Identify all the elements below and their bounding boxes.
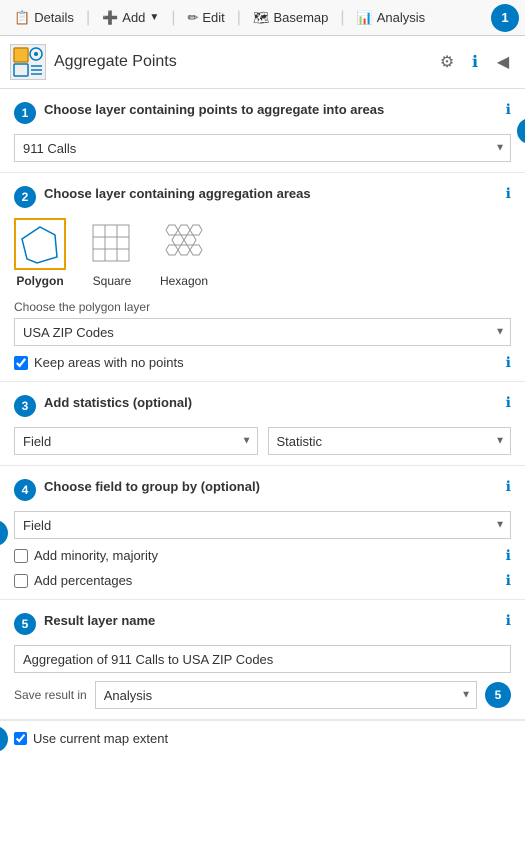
statistic-select[interactable]: Statistic (268, 427, 512, 455)
panel-title: Aggregate Points (54, 53, 435, 71)
save-result-row: Save result in Analysis ▼ 5 (14, 681, 511, 709)
section-1: 1 Choose layer containing points to aggr… (0, 89, 525, 173)
analysis-icon: 📊 (357, 10, 373, 26)
zip-codes-select[interactable]: USA ZIP Codes (14, 318, 511, 346)
minority-majority-checkbox[interactable] (14, 549, 28, 563)
gear-button[interactable]: ⚙ (435, 50, 459, 74)
section-1-header: 1 Choose layer containing points to aggr… (14, 101, 511, 124)
section-5-info-icon[interactable]: ℹ (506, 612, 511, 629)
group-field-select-wrapper: Field ▼ (14, 511, 511, 539)
section-4-header: 4 Choose field to group by (optional) ℹ (14, 478, 511, 501)
edit-icon: ✏ (187, 10, 198, 26)
details-button[interactable]: 📋 Details (6, 7, 82, 29)
group-field-select[interactable]: Field (14, 511, 511, 539)
section-3-header: 3 Add statistics (optional) ℹ (14, 394, 511, 417)
section-2-header: 2 Choose layer containing aggregation ar… (14, 185, 511, 208)
polygon-icon-border (14, 218, 66, 270)
section-1-info-icon[interactable]: ℹ (506, 101, 511, 118)
basemap-icon: 🗺 (253, 10, 270, 26)
map-extent-checkbox[interactable] (14, 732, 27, 745)
keep-areas-info-icon[interactable]: ℹ (506, 354, 511, 371)
square-icon-border (86, 218, 138, 270)
analysis-button[interactable]: 📊 Analysis (349, 7, 434, 29)
annotation-badge-4: 4 (0, 520, 8, 546)
panel-header: Aggregate Points ⚙ ℹ ◀ (0, 36, 525, 89)
basemap-button[interactable]: 🗺 Basemap (245, 7, 336, 29)
toolbar: 📋 Details | ➕ Add ▼ | ✏ Edit | 🗺 Basemap… (0, 0, 525, 36)
section-2-info-icon[interactable]: ℹ (506, 185, 511, 202)
step-badge-2: 2 (14, 186, 36, 208)
field-select-wrapper: Field ▼ (14, 427, 258, 455)
section-3-title: Add statistics (optional) (44, 394, 502, 412)
bottom-section: 6 Use current map extent (0, 720, 525, 756)
percentages-info-icon[interactable]: ℹ (506, 572, 511, 589)
square-label: Square (93, 274, 132, 288)
section-4-info-icon[interactable]: ℹ (506, 478, 511, 495)
hexagon-label: Hexagon (160, 274, 208, 288)
info-button[interactable]: ℹ (463, 50, 487, 74)
toolbar-badge[interactable]: 1 (491, 4, 519, 32)
percentages-row: Add percentages ℹ (14, 572, 511, 589)
annotation-badge-5: 5 (485, 682, 511, 708)
square-svg (89, 221, 135, 267)
polygon-sublabel: Choose the polygon layer (14, 300, 511, 314)
map-extent-label[interactable]: Use current map extent (33, 731, 168, 746)
save-result-select-wrapper: Analysis ▼ (95, 681, 477, 709)
minority-majority-label[interactable]: Add minority, majority (34, 548, 158, 563)
annotation-badge-2: 2 (517, 118, 525, 144)
statistic-select-wrapper: Statistic ▼ (268, 427, 512, 455)
polygon-label: Polygon (16, 274, 63, 288)
section-5-title: Result layer name (44, 612, 502, 630)
percentages-label[interactable]: Add percentages (34, 573, 132, 588)
add-icon: ➕ (102, 10, 118, 26)
hexagon-icon-border (158, 218, 210, 270)
hexagon-svg (161, 221, 207, 267)
section-1-select-wrapper: 911 Calls ▼ (14, 134, 511, 162)
panel-content: 1 Choose layer containing points to aggr… (0, 89, 525, 756)
add-button[interactable]: ➕ Add ▼ (94, 7, 167, 29)
minority-info-icon[interactable]: ℹ (506, 547, 511, 564)
section-2-title: Choose layer containing aggregation area… (44, 185, 502, 203)
minority-majority-row: Add minority, majority ℹ (14, 547, 511, 564)
details-icon: 📋 (14, 10, 30, 26)
section-4-title: Choose field to group by (optional) (44, 478, 502, 496)
polygon-svg (17, 221, 63, 267)
section-5-header: 5 Result layer name ℹ (14, 612, 511, 635)
keep-areas-checkbox[interactable] (14, 356, 28, 370)
field-select[interactable]: Field (14, 427, 258, 455)
section-3: 3 Add statistics (optional) ℹ Field ▼ St… (0, 382, 525, 466)
step-badge-5: 5 (14, 613, 36, 635)
panel-icon (10, 44, 46, 80)
area-types: Polygon Square (14, 218, 511, 288)
save-result-label: Save result in (14, 688, 87, 702)
result-layer-name-input[interactable] (14, 645, 511, 673)
annotation-badge-6: 6 (0, 726, 8, 752)
save-result-select[interactable]: Analysis (95, 681, 477, 709)
section-3-info-icon[interactable]: ℹ (506, 394, 511, 411)
area-type-square[interactable]: Square (86, 218, 138, 288)
step-badge-4: 4 (14, 479, 36, 501)
section-2: 2 Choose layer containing aggregation ar… (0, 173, 525, 382)
statistics-row: Field ▼ Statistic ▼ (14, 427, 511, 455)
area-type-hexagon[interactable]: Hexagon (158, 218, 210, 288)
keep-areas-checkbox-row: Keep areas with no points ℹ (14, 354, 511, 371)
section-1-title: Choose layer containing points to aggreg… (44, 101, 502, 119)
edit-button[interactable]: ✏ Edit (179, 7, 232, 29)
area-type-polygon[interactable]: Polygon (14, 218, 66, 288)
step-badge-3: 3 (14, 395, 36, 417)
keep-areas-label[interactable]: Keep areas with no points (34, 355, 184, 370)
section-5: 5 Result layer name ℹ Save result in Ana… (0, 600, 525, 720)
zip-codes-select-wrapper: USA ZIP Codes ▼ (14, 318, 511, 346)
percentages-checkbox[interactable] (14, 574, 28, 588)
back-button[interactable]: ◀ (491, 50, 515, 74)
step-badge-1: 1 (14, 102, 36, 124)
layer-select[interactable]: 911 Calls (14, 134, 511, 162)
section-4: 4 4 Choose field to group by (optional) … (0, 466, 525, 600)
